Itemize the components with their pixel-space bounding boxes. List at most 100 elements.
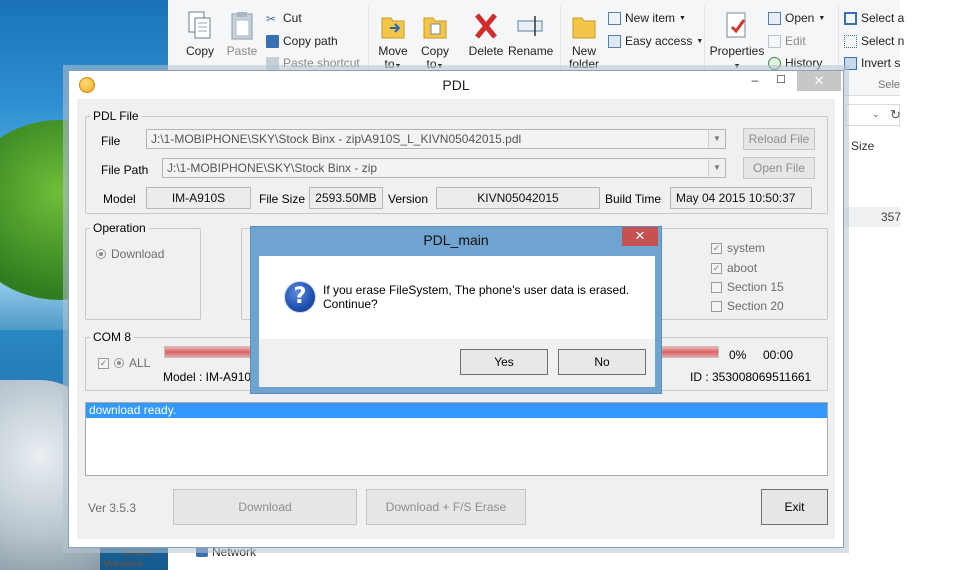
open-label: Open: [785, 11, 815, 25]
properties-label: Properties: [709, 44, 765, 58]
rename-label: Rename: [508, 44, 554, 58]
invert-selection-icon: [844, 56, 857, 70]
delete-x-icon: [475, 13, 497, 39]
close-icon[interactable]: ✕: [622, 227, 658, 246]
yes-button[interactable]: Yes: [460, 349, 548, 375]
cut-button[interactable]: ✂ Cut: [266, 11, 302, 26]
new-item-button[interactable]: New item ▼: [608, 11, 686, 25]
copy-path-icon: [266, 34, 279, 48]
network-icon: [196, 547, 208, 557]
file-path-combo[interactable]: J:\1-MOBIPHONE\SKY\Stock Binx - zip ▼: [162, 158, 726, 178]
size-column-header[interactable]: Size: [851, 139, 874, 153]
chevron-down-icon: ▼: [696, 37, 704, 45]
copy-label: Copy: [185, 44, 214, 58]
radio-icon: [114, 358, 124, 368]
file-size-value: 2593.50MB: [309, 187, 383, 209]
all-checkbox[interactable]: ✓ ALL: [98, 356, 150, 370]
dialog-title: PDL_main: [423, 232, 489, 248]
operation-group: Operation Download: [85, 221, 201, 320]
paste-button[interactable]: Paste: [224, 10, 260, 58]
move-to-label: Move to: [378, 44, 408, 71]
section-15-label: Section 15: [727, 280, 784, 294]
address-dropdown[interactable]: ⌄ ↻: [845, 104, 901, 126]
file-size-cell: 357: [881, 210, 902, 224]
section-system-checkbox[interactable]: ✓ system: [711, 241, 765, 255]
open-file-button[interactable]: Open File: [743, 157, 815, 179]
rename-button[interactable]: Rename: [508, 10, 554, 58]
minimize-icon[interactable]: –: [745, 73, 765, 91]
device-model-info: Model : IM-A910: [163, 370, 252, 384]
file-row[interactable]: 357: [845, 207, 902, 227]
question-icon: ?: [284, 281, 316, 313]
chevron-down-icon: ▼: [818, 14, 826, 22]
copy-path-label: Copy path: [283, 34, 338, 48]
copy-path-button[interactable]: Copy path: [266, 34, 338, 48]
copy-to-button[interactable]: Copy to▼: [418, 10, 452, 73]
checkbox-icon: [711, 281, 722, 293]
pdl-file-group-label: PDL File: [90, 109, 142, 123]
chevron-down-icon: ▼: [394, 63, 402, 70]
operation-group-label: Operation: [90, 221, 149, 235]
model-value: IM-A910S: [146, 187, 251, 209]
build-time-value: May 04 2015 10:50:37: [670, 187, 812, 209]
no-button[interactable]: No: [558, 349, 646, 375]
ribbon-divider: [560, 6, 561, 72]
close-icon[interactable]: ✕: [797, 71, 841, 91]
version-value: KIVN05042015: [436, 187, 600, 209]
file-size-label: File Size: [259, 192, 306, 206]
section-aboot-checkbox[interactable]: ✓ aboot: [711, 261, 757, 275]
open-button[interactable]: Open ▼: [768, 11, 825, 25]
reload-file-button[interactable]: Reload File: [743, 128, 815, 150]
edit-label: Edit: [785, 34, 806, 48]
copy-button[interactable]: Copy: [182, 10, 218, 58]
maximize-icon[interactable]: ☐: [771, 73, 791, 91]
checkbox-checked-icon: ✓: [711, 262, 722, 274]
chevron-down-icon: ▼: [733, 63, 741, 70]
new-item-label: New item: [625, 11, 676, 25]
properties-button[interactable]: Properties ▼: [708, 10, 766, 73]
chevron-down-icon[interactable]: ▼: [708, 130, 725, 148]
dialog-footer: Yes No: [259, 339, 655, 387]
chevron-down-icon: ⌄: [872, 109, 880, 119]
new-folder-button[interactable]: New folder: [564, 10, 604, 71]
new-item-icon: [608, 11, 621, 25]
log-line[interactable]: download ready.: [86, 403, 827, 418]
invert-selection-button[interactable]: Invert s: [844, 56, 900, 70]
download-erase-button[interactable]: Download + F/S Erase: [366, 489, 526, 525]
delete-button[interactable]: Delete: [466, 10, 506, 58]
chevron-down-icon[interactable]: ▼: [708, 159, 725, 177]
rename-icon: [517, 16, 543, 36]
download-radio[interactable]: Download: [96, 247, 164, 261]
easy-access-button[interactable]: Easy access ▼: [608, 34, 703, 48]
history-button[interactable]: History: [768, 56, 822, 70]
paste-shortcut-label: Paste shortcut: [283, 56, 360, 70]
file-combo[interactable]: J:\1-MOBIPHONE\SKY\Stock Binx - zip\A910…: [146, 129, 726, 149]
progress-percent: 0%: [729, 348, 747, 362]
chevron-down-icon: ▼: [679, 14, 686, 22]
pdl-file-group: PDL File File J:\1-MOBIPHONE\SKY\Stock B…: [85, 109, 828, 214]
scissors-icon: ✂: [266, 11, 277, 26]
download-button[interactable]: Download: [173, 489, 357, 525]
cut-label: Cut: [283, 11, 302, 25]
select-none-button[interactable]: Select n: [844, 34, 904, 48]
model-label: Model: [103, 192, 136, 206]
section-aboot-label: aboot: [727, 261, 758, 275]
paste-shortcut-button[interactable]: Paste shortcut: [266, 56, 360, 70]
ribbon-divider: [838, 6, 839, 72]
move-folder-icon: [381, 17, 405, 39]
copy-to-label: Copy to: [420, 44, 449, 71]
refresh-icon: ↻: [890, 107, 901, 122]
version-label: Version: [388, 192, 429, 206]
section-20-checkbox[interactable]: Section 20: [711, 299, 784, 313]
easy-access-icon: [608, 34, 621, 48]
move-to-button[interactable]: Move to▼: [376, 10, 410, 73]
exit-button[interactable]: Exit: [761, 489, 828, 525]
file-label: File: [101, 134, 121, 148]
section-15-checkbox[interactable]: Section 15: [711, 280, 784, 294]
radio-icon: [96, 249, 106, 259]
log-list[interactable]: download ready.: [85, 402, 828, 476]
select-all-button[interactable]: Select a: [844, 11, 904, 25]
map-label-desert: Desert: [122, 548, 154, 559]
com-port-group-label: COM 8: [90, 330, 135, 344]
edit-button[interactable]: Edit: [768, 34, 806, 48]
